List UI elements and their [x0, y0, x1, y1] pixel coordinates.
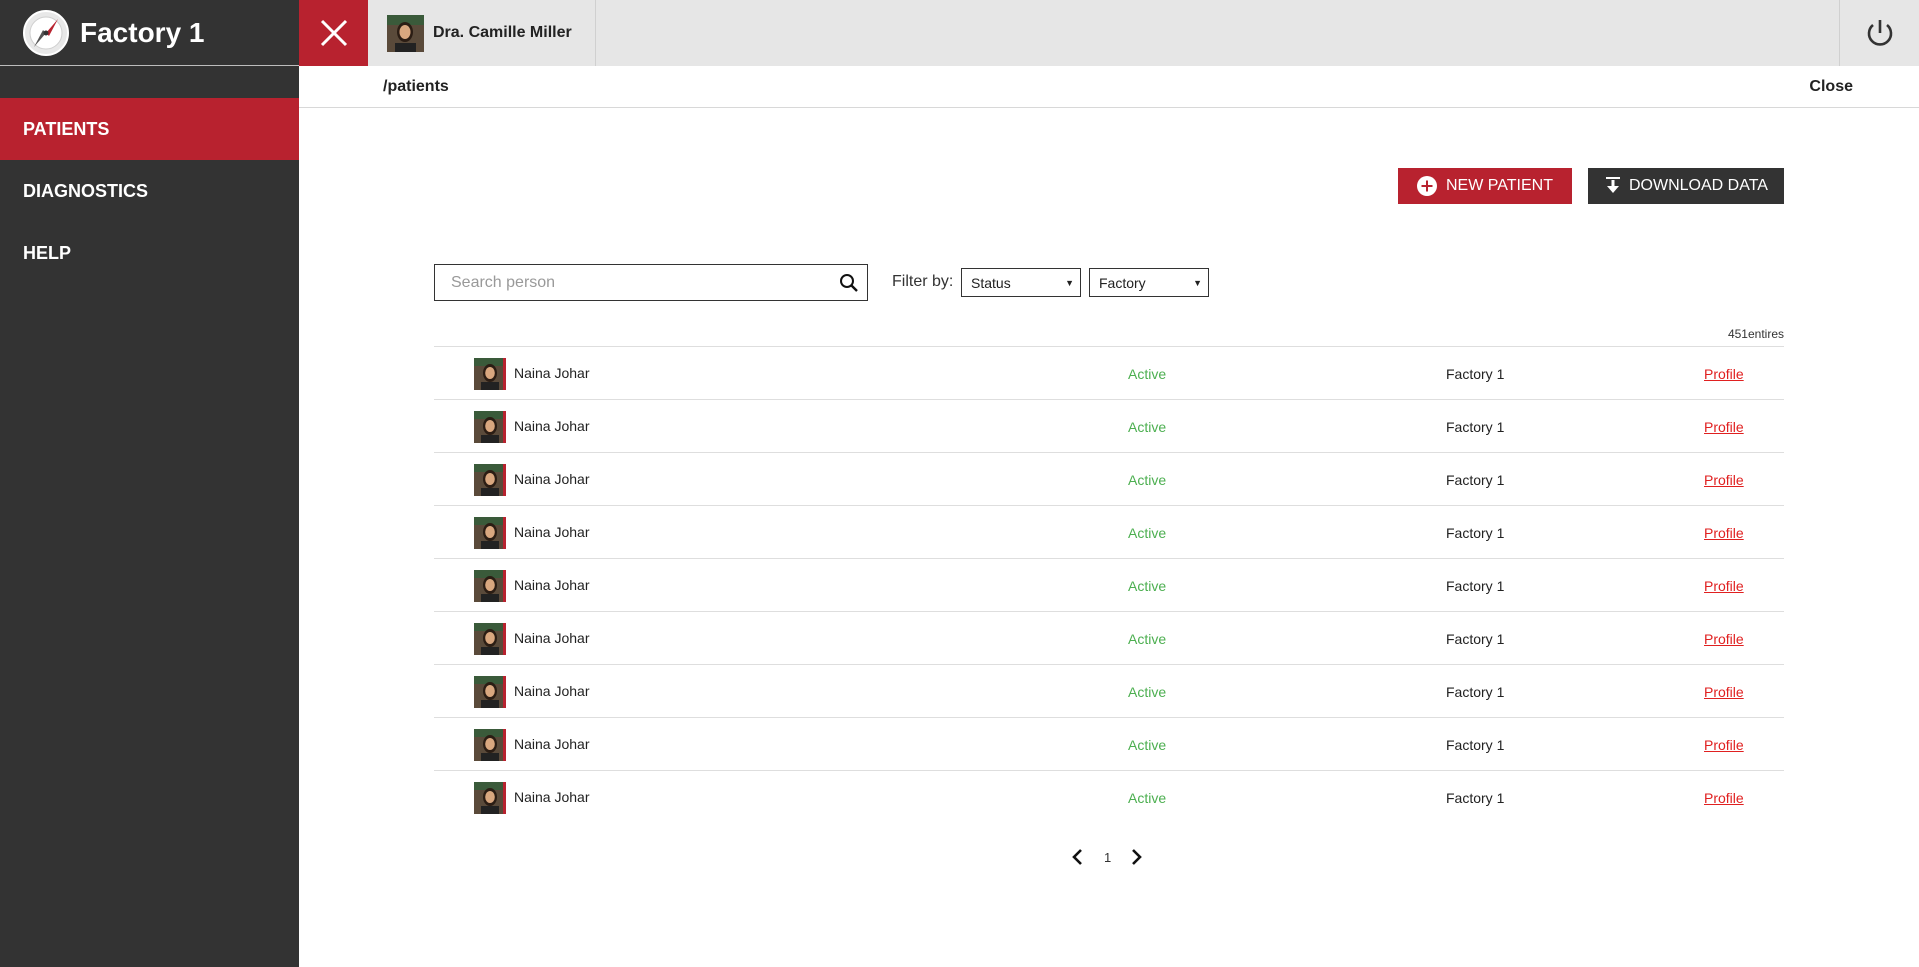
user-name: Dra. Camille Miller [433, 24, 572, 41]
table-row: Naina Johar Active Factory 1 Profile [434, 717, 1784, 770]
avatar [474, 623, 506, 655]
patients-table: Naina Johar Active Factory 1 Profile Naina J… [434, 346, 1784, 823]
sidebar: Factory 1 PATIENTS DIAGNOSTICS HELP [0, 0, 299, 967]
avatar [474, 358, 506, 390]
pagination: 1 [1070, 845, 1150, 869]
patient-factory: Factory 1 [1446, 790, 1505, 806]
patient-factory: Factory 1 [1446, 631, 1505, 647]
power-button[interactable] [1839, 0, 1919, 66]
download-data-button[interactable]: DOWNLOAD DATA [1588, 168, 1784, 204]
avatar [474, 729, 506, 761]
page-number[interactable]: 1 [1104, 850, 1111, 865]
search-icon[interactable] [839, 273, 859, 293]
new-patient-button[interactable]: NEW PATIENT [1398, 168, 1572, 204]
avatar [474, 411, 506, 443]
breadcrumb-bar: /patients Close [299, 66, 1919, 108]
brand-header: Factory 1 [0, 0, 299, 66]
user-tab[interactable]: Dra. Camille Miller [368, 0, 596, 66]
patient-name: Naina Johar [514, 524, 590, 540]
close-link[interactable]: Close [1809, 78, 1853, 96]
table-row: Naina Johar Active Factory 1 Profile [434, 399, 1784, 452]
sidebar-item-help[interactable]: HELP [0, 222, 299, 284]
profile-link[interactable]: Profile [1704, 419, 1744, 435]
plus-circle-icon [1417, 176, 1437, 196]
profile-link[interactable]: Profile [1704, 631, 1744, 647]
status-badge: Active [1128, 684, 1167, 700]
chevron-right-icon[interactable] [1130, 848, 1144, 866]
profile-link[interactable]: Profile [1704, 525, 1744, 541]
patient-factory: Factory 1 [1446, 366, 1505, 382]
patient-name: Naina Johar [514, 736, 590, 752]
search-input[interactable] [435, 265, 815, 300]
dropdown-caret-icon: ▼ [1065, 278, 1074, 288]
avatar [474, 782, 506, 814]
patient-name: Naina Johar [514, 577, 590, 593]
status-badge: Active [1128, 631, 1167, 647]
avatar [474, 676, 506, 708]
patient-name: Naina Johar [514, 471, 590, 487]
close-sidebar-button[interactable] [299, 0, 368, 66]
status-badge: Active [1128, 419, 1167, 435]
table-row: Naina Johar Active Factory 1 Profile [434, 664, 1784, 717]
filter-label: Filter by: [892, 273, 954, 290]
breadcrumb: /patients [383, 78, 449, 95]
profile-link[interactable]: Profile [1704, 737, 1744, 753]
profile-link[interactable]: Profile [1704, 684, 1744, 700]
profile-link[interactable]: Profile [1704, 366, 1744, 382]
avatar [474, 464, 506, 496]
app-title: Factory 1 [80, 16, 205, 48]
patient-factory: Factory 1 [1446, 472, 1505, 488]
factory-filter-select[interactable]: Factory ▼ [1089, 268, 1209, 297]
search-box [434, 264, 868, 301]
table-row: Naina Johar Active Factory 1 Profile [434, 770, 1784, 823]
new-patient-label: NEW PATIENT [1446, 177, 1553, 194]
status-filter-select[interactable]: Status ▼ [961, 268, 1081, 297]
sidebar-item-diagnostics[interactable]: DIAGNOSTICS [0, 160, 299, 222]
patient-name: Naina Johar [514, 630, 590, 646]
top-bar: Dra. Camille Miller [299, 0, 1919, 66]
patient-name: Naina Johar [514, 418, 590, 434]
download-data-label: DOWNLOAD DATA [1629, 177, 1768, 194]
user-avatar [387, 14, 424, 52]
patient-factory: Factory 1 [1446, 684, 1505, 700]
patient-factory: Factory 1 [1446, 737, 1505, 753]
power-icon [1867, 20, 1892, 46]
patient-name: Naina Johar [514, 683, 590, 699]
compass-logo-icon [23, 9, 69, 56]
table-row: Naina Johar Active Factory 1 Profile [434, 346, 1784, 399]
status-badge: Active [1128, 472, 1167, 488]
factory-filter-value: Factory [1099, 274, 1146, 291]
avatar [474, 570, 506, 602]
table-row: Naina Johar Active Factory 1 Profile [434, 452, 1784, 505]
profile-link[interactable]: Profile [1704, 790, 1744, 806]
status-badge: Active [1128, 525, 1167, 541]
sidebar-nav: PATIENTS DIAGNOSTICS HELP [0, 98, 299, 284]
table-row: Naina Johar Active Factory 1 Profile [434, 558, 1784, 611]
status-filter-value: Status [971, 274, 1011, 291]
sidebar-item-patients[interactable]: PATIENTS [0, 98, 299, 160]
entries-count: 451entires [1727, 327, 1784, 341]
table-row: Naina Johar Active Factory 1 Profile [434, 505, 1784, 558]
profile-link[interactable]: Profile [1704, 472, 1744, 488]
patient-name: Naina Johar [514, 365, 590, 381]
close-icon [320, 19, 347, 47]
download-icon [1606, 177, 1620, 193]
profile-link[interactable]: Profile [1704, 578, 1744, 594]
patient-factory: Factory 1 [1446, 578, 1505, 594]
table-row: Naina Johar Active Factory 1 Profile [434, 611, 1784, 664]
dropdown-caret-icon: ▼ [1193, 278, 1202, 288]
avatar [474, 517, 506, 549]
status-badge: Active [1128, 578, 1167, 594]
patient-factory: Factory 1 [1446, 419, 1505, 435]
patient-factory: Factory 1 [1446, 525, 1505, 541]
status-badge: Active [1128, 366, 1167, 382]
status-badge: Active [1128, 790, 1167, 806]
patient-name: Naina Johar [514, 789, 590, 805]
status-badge: Active [1128, 737, 1167, 753]
chevron-left-icon[interactable] [1070, 848, 1084, 866]
